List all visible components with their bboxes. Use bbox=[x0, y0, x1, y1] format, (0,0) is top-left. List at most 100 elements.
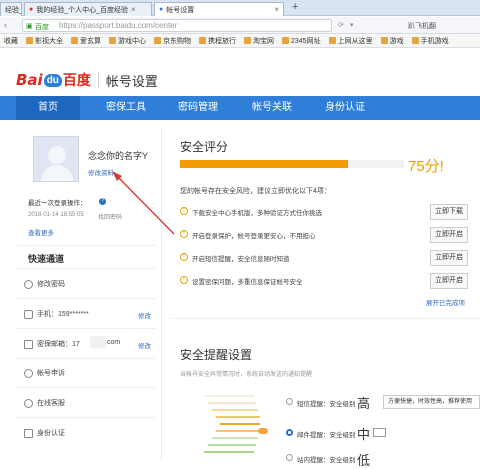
mail-radio-selected[interactable] bbox=[286, 429, 293, 436]
bookmark-label: 游戏中心 bbox=[118, 37, 146, 45]
quick-item-support[interactable]: 在线客服 bbox=[24, 398, 65, 408]
page-title: 帐号设置 bbox=[105, 73, 158, 89]
reminder-desc: 当帐号安全异常情况时，系统自动发送的通知提醒 bbox=[180, 372, 313, 378]
tab-label: 帐号设置 bbox=[166, 6, 195, 14]
quick-item-label: 在线客服 bbox=[37, 400, 65, 407]
address-bar-row: ‹ ▣ 百度 https://passport.baidu.com/center… bbox=[0, 17, 480, 34]
lock-icon: ▣ bbox=[26, 23, 33, 30]
score-progress-fill bbox=[180, 160, 348, 168]
risk-text: 开启登录保护，帐号登录更安心，不用担心 bbox=[192, 233, 316, 240]
warning-icon: ! bbox=[180, 230, 188, 238]
tab-account-link[interactable]: 帐号关联 bbox=[240, 96, 304, 120]
folder-icon bbox=[411, 37, 419, 44]
bookmarks-bar: 收藏 影视大全 爱玄算 游戏中心 京东购物 携程旅行 淘宝网 2345网址 上网… bbox=[0, 34, 480, 48]
modify-phone-link[interactable]: 修改 bbox=[138, 310, 151, 320]
browser-tab[interactable]: 经验_ bbox=[0, 2, 22, 16]
close-tab-icon[interactable]: × bbox=[274, 5, 279, 14]
score-progress-track bbox=[180, 160, 404, 168]
bookmark-label: 淘宝网 bbox=[253, 37, 274, 45]
sms-radio[interactable] bbox=[286, 398, 293, 405]
mail-label: 邮件提醒：安全级别 bbox=[297, 432, 356, 439]
modify-email-link[interactable]: 修改 bbox=[138, 340, 151, 350]
risk-row: ! 下载安全中心手机版，多种验证方式任你挑选 立即下载 bbox=[180, 204, 470, 220]
warning-icon: ! bbox=[180, 207, 188, 215]
quick-item-label: 密保邮箱：17 bbox=[37, 341, 80, 348]
annotation-arrow-icon bbox=[112, 171, 175, 235]
bookmark-item[interactable]: 京东购物 bbox=[150, 36, 195, 46]
tab-home[interactable]: 首页 bbox=[16, 96, 80, 120]
last-login-label: 最近一次登录操作： bbox=[28, 200, 87, 207]
email-domain: com bbox=[107, 339, 121, 346]
site-radio[interactable] bbox=[286, 454, 293, 461]
bookmark-item[interactable]: 淘宝网 bbox=[240, 36, 278, 46]
bookmark-item[interactable]: 影视大全 bbox=[22, 36, 67, 46]
back-icon[interactable]: ‹ bbox=[4, 20, 7, 30]
dropdown-icon[interactable]: ▾ bbox=[350, 21, 354, 29]
avatar[interactable] bbox=[33, 136, 79, 182]
baidu-logo[interactable]: Bai du 百度 帐号设置 bbox=[16, 70, 158, 90]
bookmark-label: 影视大全 bbox=[35, 37, 63, 45]
quick-item-identity[interactable]: 身份认证 bbox=[24, 428, 65, 438]
blurred-email-mask bbox=[90, 336, 106, 348]
tab-identity[interactable]: 身份认证 bbox=[310, 96, 380, 120]
browser-tab-active[interactable]: ● 帐号设置 × bbox=[154, 2, 284, 16]
quick-item-label: 修改密码 bbox=[37, 281, 65, 288]
username: 念念你的名字Y bbox=[88, 151, 149, 161]
close-tab-icon[interactable]: × bbox=[131, 5, 136, 14]
browser-tab[interactable]: ● 我的经验_个人中心_百度经验 × bbox=[24, 2, 152, 16]
tab-password[interactable]: 密码管理 bbox=[166, 96, 230, 120]
risk-text: 设置密保问题，多重信息保证帐号安全 bbox=[192, 279, 303, 286]
tab-security-tools[interactable]: 密保工具 bbox=[92, 96, 160, 120]
bookmark-item[interactable]: 上网从这里 bbox=[325, 36, 377, 46]
new-tab-button[interactable]: + bbox=[292, 1, 298, 13]
risk-row: ! 开启登录保护，帐号登录更安心，不用担心 立即开启 bbox=[180, 227, 470, 243]
warning-icon: ! bbox=[180, 253, 188, 261]
phone-icon bbox=[24, 309, 33, 319]
divider bbox=[16, 245, 156, 246]
expand-completed-link[interactable]: 展开已完成项 bbox=[426, 297, 465, 307]
url-right-label[interactable]: 趴飞机翻 bbox=[408, 21, 436, 31]
bookmark-item[interactable]: 游戏 bbox=[377, 36, 408, 46]
folder-icon bbox=[282, 37, 289, 44]
help-icon[interactable]: ? bbox=[99, 197, 106, 205]
logo-cn: 百度 bbox=[62, 72, 91, 88]
mail-icon bbox=[24, 339, 33, 349]
bookmark-label: 上网从这里 bbox=[337, 37, 373, 45]
folder-icon bbox=[109, 37, 116, 44]
enable-now-button[interactable]: 立即开启 bbox=[430, 273, 468, 289]
risk-row: ! 开启短信提醒，安全信息随时知道 立即开启 bbox=[180, 250, 470, 266]
enable-now-button[interactable]: 立即开启 bbox=[430, 250, 468, 266]
bookmark-item[interactable]: 爱玄算 bbox=[67, 36, 105, 46]
divider bbox=[16, 358, 156, 359]
bookmark-item[interactable]: 携程旅行 bbox=[195, 36, 240, 46]
bookmark-item[interactable]: 收藏 bbox=[0, 36, 22, 46]
divider bbox=[16, 417, 156, 418]
bookmark-item[interactable]: 手机游戏 bbox=[408, 36, 453, 46]
folder-icon bbox=[380, 37, 388, 44]
logo-divider bbox=[97, 72, 99, 88]
score-hint: 您的帐号存在安全风险，建议立即优化以下4项： bbox=[180, 188, 331, 195]
sms-option-select[interactable]: 方便快捷，时效性高，推荐使用 bbox=[383, 395, 480, 409]
url-field[interactable]: ▣ 百度 https://passport.baidu.com/center bbox=[22, 19, 332, 32]
bookmark-label: 游戏 bbox=[389, 37, 404, 45]
last-login-action: 找回密码 bbox=[98, 215, 123, 221]
download-now-button[interactable]: 立即下载 bbox=[430, 204, 468, 220]
enable-now-button[interactable]: 立即开启 bbox=[430, 227, 468, 243]
quick-item-phone: 手机：159******* bbox=[24, 309, 89, 319]
warning-icon: ! bbox=[180, 276, 188, 284]
bookmark-label: 手机游戏 bbox=[420, 37, 449, 45]
view-more-link[interactable]: 查看更多 bbox=[28, 227, 54, 237]
quick-item-change-password[interactable]: 修改密码 bbox=[24, 279, 65, 289]
site-level: 低 bbox=[357, 453, 371, 468]
quick-item-email: 密保邮箱：17 bbox=[24, 339, 80, 349]
reload-icon[interactable]: ⟳ bbox=[338, 21, 344, 29]
folder-icon bbox=[244, 37, 251, 44]
bookmark-label: 收藏 bbox=[4, 37, 18, 45]
bookmark-item[interactable]: 2345网址 bbox=[278, 36, 325, 46]
quick-item-appeal[interactable]: 帐号申诉 bbox=[24, 368, 65, 378]
reminder-illustration bbox=[204, 395, 268, 453]
bookmark-label: 京东购物 bbox=[163, 37, 191, 45]
bookmark-label: 爱玄算 bbox=[80, 37, 101, 45]
bookmark-item[interactable]: 游戏中心 bbox=[105, 36, 150, 46]
quick-item-label: 帐号申诉 bbox=[37, 370, 65, 377]
